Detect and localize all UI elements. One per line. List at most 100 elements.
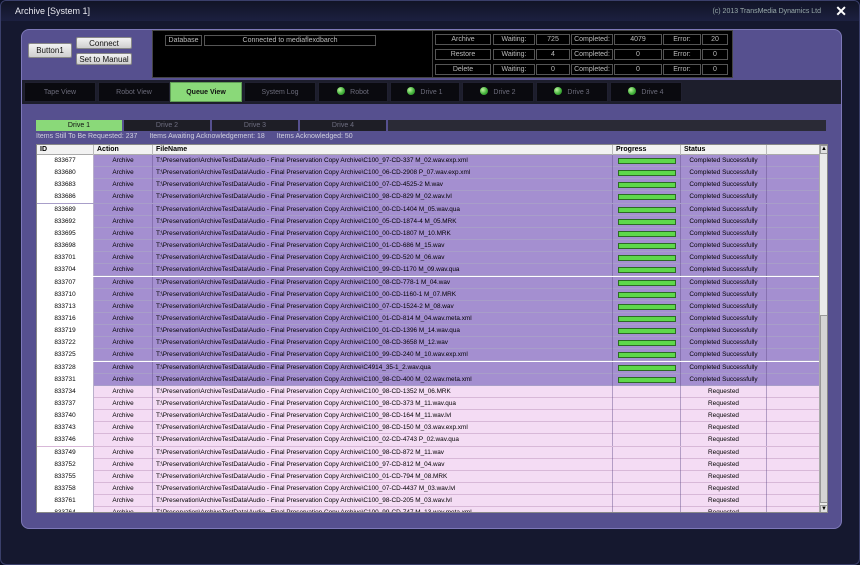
row-filename: T:\Preservation\ArchiveTestData\Audio - …: [153, 385, 613, 398]
progress-fill: [619, 231, 675, 236]
table-row[interactable]: 833758 Archive T:\Preservation\ArchiveTest…: [37, 483, 819, 496]
progress-bar: [618, 206, 676, 213]
subtab-drive-1[interactable]: Drive 1: [36, 120, 122, 131]
table-row[interactable]: 833677 Archive T:\Preservation\ArchiveTest…: [37, 155, 819, 168]
title-bar[interactable]: Archive [System 1] (c) 2013 TransMedia D…: [1, 1, 859, 21]
table-row[interactable]: 833701 Archive T:\Preservation\ArchiveTest…: [37, 252, 819, 265]
subtab-drive-3[interactable]: Drive 3: [212, 120, 298, 131]
progress-bar: [618, 340, 676, 347]
tab-robot-view[interactable]: Robot View: [98, 82, 170, 102]
progress-bar: [618, 376, 676, 383]
connect-button[interactable]: Connect: [76, 37, 132, 49]
scroll-down-icon[interactable]: ▼: [820, 505, 827, 512]
table-row[interactable]: 833746 Archive T:\Preservation\ArchiveTest…: [37, 434, 819, 447]
col-status-header[interactable]: Status: [681, 145, 767, 155]
table-row[interactable]: 833719 Archive T:\Preservation\ArchiveTest…: [37, 325, 819, 338]
row-progress-cell: [613, 361, 681, 374]
progress-bar: [618, 230, 676, 237]
row-filename: T:\Preservation\ArchiveTestData\Audio - …: [153, 167, 613, 180]
table-row[interactable]: 833728 Archive T:\Preservation\ArchiveTest…: [37, 361, 819, 374]
row-progress-cell: [613, 337, 681, 350]
row-filename: T:\Preservation\ArchiveTestData\Audio - …: [153, 227, 613, 240]
row-filename: T:\Preservation\ArchiveTestData\Audio - …: [153, 470, 613, 483]
row-status: Completed Successfully: [681, 337, 767, 350]
table-row[interactable]: 833686 Archive T:\Preservation\ArchiveTest…: [37, 191, 819, 204]
row-filename: T:\Preservation\ArchiveTestData\Audio - …: [153, 422, 613, 435]
table-row[interactable]: 833683 Archive T:\Preservation\ArchiveTest…: [37, 179, 819, 192]
col-filename-header[interactable]: FileName: [153, 145, 613, 155]
table-row[interactable]: 833707 Archive T:\Preservation\ArchiveTest…: [37, 276, 819, 289]
tab-drive-3[interactable]: Drive 3: [536, 82, 608, 102]
close-icon[interactable]: ✕: [835, 3, 847, 19]
queue-table: ID Action FileName Progress Status 83367…: [36, 144, 828, 513]
progress-bar: [618, 364, 676, 371]
table-row[interactable]: 833710 Archive T:\Preservation\ArchiveTest…: [37, 288, 819, 301]
tab-label: Robot: [350, 89, 369, 96]
row-filename: T:\Preservation\ArchiveTestData\Audio - …: [153, 458, 613, 471]
row-progress-cell: [613, 203, 681, 216]
tab-queue-view[interactable]: Queue View: [170, 82, 242, 102]
table-row[interactable]: 833680 Archive T:\Preservation\ArchiveTest…: [37, 167, 819, 180]
tab-label: Tape View: [43, 89, 77, 96]
row-status: Requested: [681, 385, 767, 398]
table-row[interactable]: 833725 Archive T:\Preservation\ArchiveTest…: [37, 349, 819, 362]
table-row[interactable]: 833764 Archive T:\Preservation\ArchiveTest…: [37, 507, 819, 512]
row-status: Completed Successfully: [681, 325, 767, 338]
table-row[interactable]: 833752 Archive T:\Preservation\ArchiveTest…: [37, 458, 819, 471]
table-row[interactable]: 833740 Archive T:\Preservation\ArchiveTest…: [37, 410, 819, 423]
col-id-header[interactable]: ID: [37, 145, 94, 155]
tab-system-log[interactable]: System Log: [244, 82, 316, 102]
table-row[interactable]: 833698 Archive T:\Preservation\ArchiveTest…: [37, 240, 819, 253]
table-row[interactable]: 833722 Archive T:\Preservation\ArchiveTest…: [37, 337, 819, 350]
row-filename: T:\Preservation\ArchiveTestData\Audio - …: [153, 264, 613, 277]
scroll-up-icon[interactable]: ▲: [820, 145, 827, 154]
tab-drive-2[interactable]: Drive 2: [462, 82, 534, 102]
row-filename: T:\Preservation\ArchiveTestData\Audio - …: [153, 361, 613, 374]
row-filename: T:\Preservation\ArchiveTestData\Audio - …: [153, 240, 613, 253]
table-row[interactable]: 833743 Archive T:\Preservation\ArchiveTest…: [37, 422, 819, 435]
row-action: Archive: [94, 300, 153, 313]
database-label: Database: [165, 35, 202, 46]
table-row[interactable]: 833716 Archive T:\Preservation\ArchiveTest…: [37, 312, 819, 326]
progress-fill: [619, 304, 675, 309]
progress-fill: [619, 171, 675, 176]
row-progress-cell: [613, 276, 681, 289]
table-row[interactable]: 833734 Archive T:\Preservation\ArchiveTest…: [37, 385, 819, 398]
stats-completed-value: 0: [614, 64, 662, 75]
table-row[interactable]: 833731 Archive T:\Preservation\ArchiveTest…: [37, 373, 819, 386]
row-filename: T:\Preservation\ArchiveTestData\Audio - …: [153, 507, 613, 512]
stats-waiting-value: 725: [536, 34, 570, 45]
col-action-header[interactable]: Action: [94, 145, 153, 155]
subtab-drive-4[interactable]: Drive 4: [300, 120, 386, 131]
table-row[interactable]: 833713 Archive T:\Preservation\ArchiveTest…: [37, 300, 819, 313]
tab-tape-view[interactable]: Tape View: [24, 82, 96, 102]
row-id: 833734: [37, 385, 94, 398]
row-id: 833740: [37, 410, 94, 423]
progress-bar: [618, 328, 676, 335]
table-row[interactable]: 833761 Archive T:\Preservation\ArchiveTest…: [37, 495, 819, 508]
tab-robot[interactable]: Robot: [318, 82, 388, 102]
vertical-scrollbar[interactable]: ▲ ▼: [819, 145, 827, 512]
table-row[interactable]: 833695 Archive T:\Preservation\ArchiveTest…: [37, 227, 819, 240]
table-row[interactable]: 833737 Archive T:\Preservation\ArchiveTest…: [37, 398, 819, 411]
row-action: Archive: [94, 470, 153, 483]
set-to-manual-button[interactable]: Set to Manual: [76, 53, 132, 65]
main-tab-bar: Tape View Robot View Queue View System Log R…: [22, 80, 841, 104]
subtab-drive-2[interactable]: Drive 2: [124, 120, 210, 131]
scroll-thumb[interactable]: [820, 315, 827, 503]
col-progress-header[interactable]: Progress: [613, 145, 681, 155]
table-row[interactable]: 833755 Archive T:\Preservation\ArchiveTest…: [37, 470, 819, 483]
row-action: Archive: [94, 312, 153, 325]
table-row[interactable]: 833689 Archive T:\Preservation\ArchiveTest…: [37, 203, 819, 216]
table-row[interactable]: 833692 Archive T:\Preservation\ArchiveTest…: [37, 215, 819, 228]
row-action: Archive: [94, 373, 153, 386]
table-row[interactable]: 833749 Archive T:\Preservation\ArchiveTest…: [37, 446, 819, 459]
stats-operation-value: Restore: [435, 49, 491, 60]
table-row[interactable]: 833704 Archive T:\Preservation\ArchiveTest…: [37, 264, 819, 277]
button1-button[interactable]: Button1: [28, 43, 72, 58]
tab-drive-1[interactable]: Drive 1: [390, 82, 460, 102]
table-body: 833677 Archive T:\Preservation\ArchiveTest…: [37, 155, 819, 512]
copyright-text: (c) 2013 TransMedia Dynamics Ltd: [712, 8, 821, 15]
row-action: Archive: [94, 349, 153, 362]
tab-drive-4[interactable]: Drive 4: [610, 82, 682, 102]
